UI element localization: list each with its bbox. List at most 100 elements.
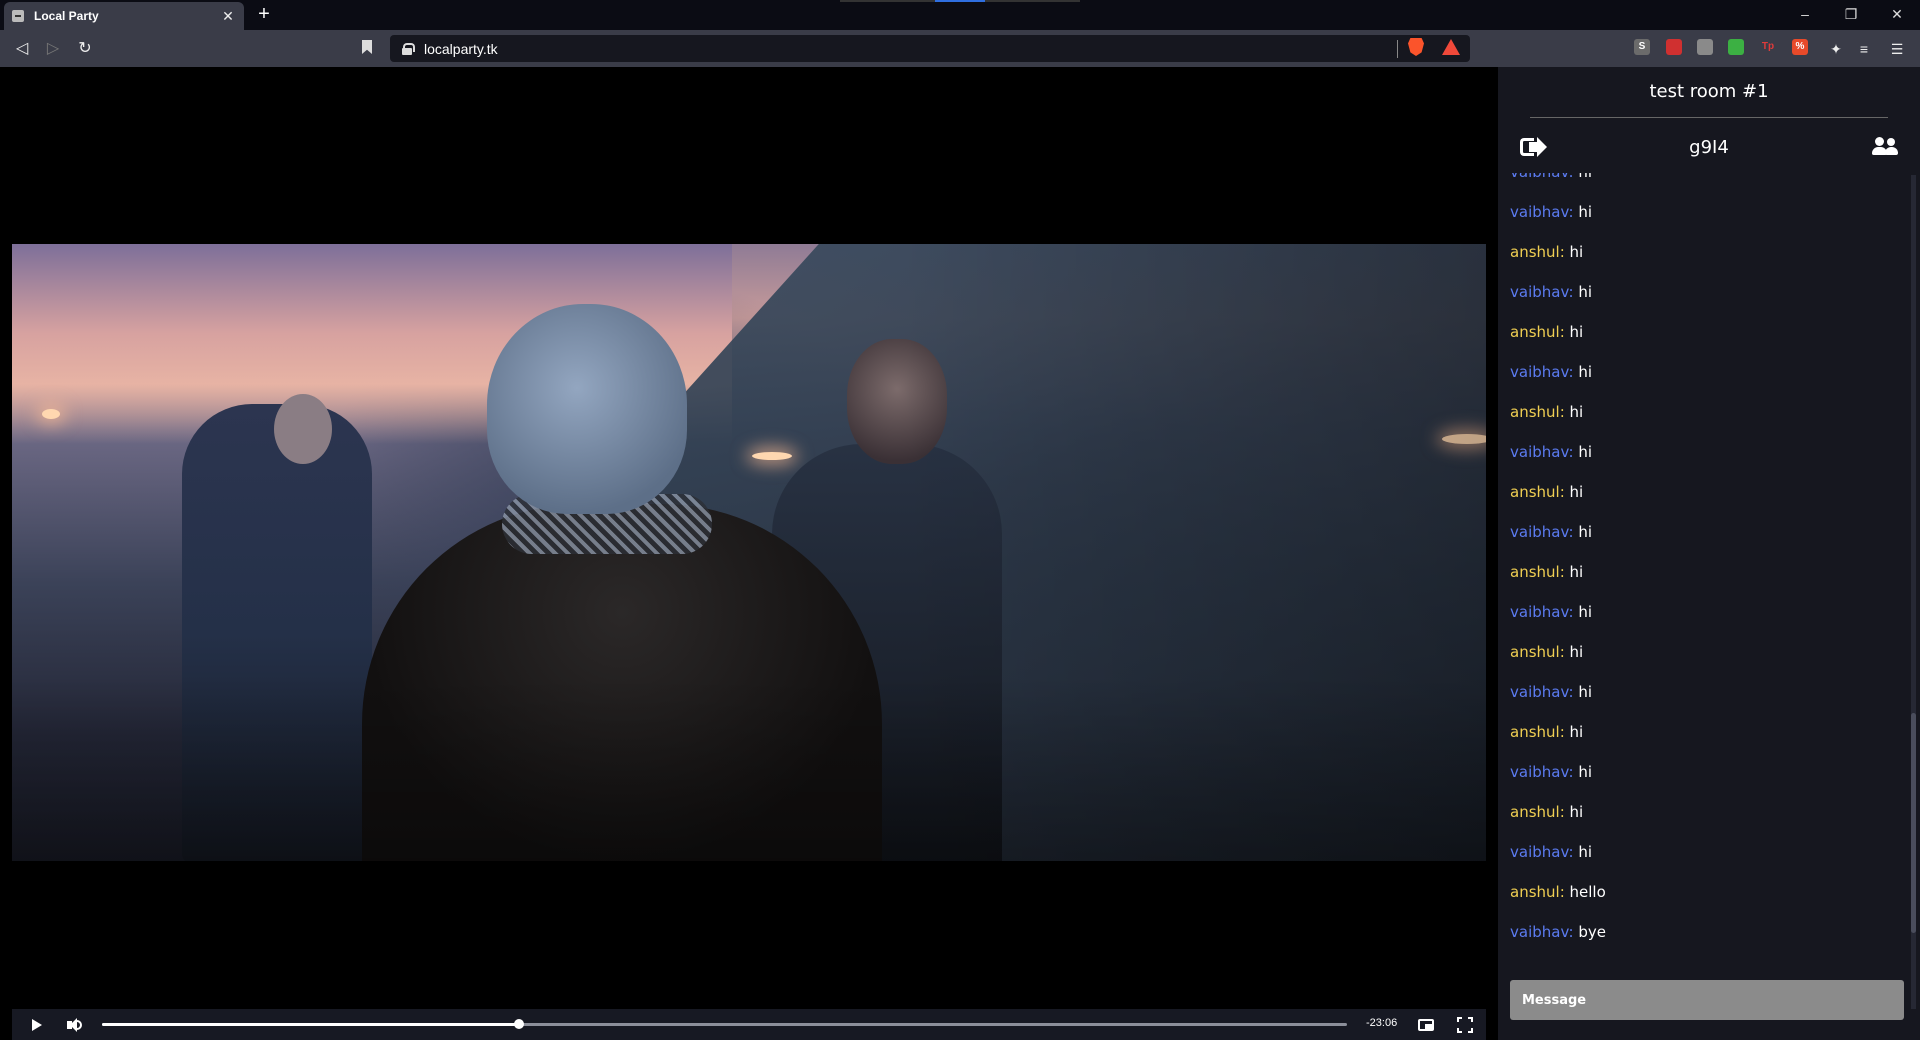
message-text: bye xyxy=(1578,923,1606,941)
message-author: vaibhav: xyxy=(1510,363,1574,381)
chat-message: anshul: hello xyxy=(1510,883,1606,901)
time-remaining: -23:06 xyxy=(1366,1017,1398,1029)
message-text: hi xyxy=(1578,173,1592,181)
restore-button[interactable]: ❐ xyxy=(1828,0,1874,30)
message-author: anshul: xyxy=(1510,483,1565,501)
reload-button[interactable]: ↻ xyxy=(73,37,97,61)
video-frame[interactable] xyxy=(12,244,1486,861)
s-extension-icon[interactable]: S xyxy=(1634,39,1650,55)
message-text: hi xyxy=(1569,563,1584,581)
forward-button[interactable]: ▷ xyxy=(41,37,65,61)
chat-message: vaibhav: bye xyxy=(1510,923,1606,941)
message-text: hi xyxy=(1569,643,1584,661)
message-text: hi xyxy=(1578,603,1593,621)
browser-toolbar: ◁ ▷ ↻ localparty.tk xyxy=(0,30,1920,67)
chat-message: anshul: hi xyxy=(1510,483,1583,501)
seek-handle[interactable] xyxy=(514,1019,525,1029)
message-text: hi xyxy=(1578,443,1593,461)
color-picker-icon[interactable] xyxy=(1728,39,1744,55)
chat-message: anshul: hi xyxy=(1510,723,1583,741)
message-author: anshul: xyxy=(1510,323,1565,341)
message-author: vaibhav: xyxy=(1510,923,1574,941)
url-text: localparty.tk xyxy=(424,40,498,57)
circle-extension-icon[interactable] xyxy=(1697,39,1713,55)
message-author: vaibhav: xyxy=(1510,843,1574,861)
minimize-button[interactable]: – xyxy=(1782,0,1828,30)
chat-message: vaibhav: hi xyxy=(1510,203,1592,221)
tp-extension-icon[interactable]: Tp xyxy=(1760,39,1776,55)
message-author: vaibhav: xyxy=(1510,443,1574,461)
message-author: anshul: xyxy=(1510,643,1565,661)
users-icon[interactable] xyxy=(1872,137,1898,157)
message-author: anshul: xyxy=(1510,563,1565,581)
chat-message: anshul: hi xyxy=(1510,643,1583,661)
chat-message: vaibhav: hi xyxy=(1510,843,1592,861)
chat-message: vaibhav: hi xyxy=(1510,363,1592,381)
page-favicon-icon xyxy=(12,10,24,22)
media-control-icon[interactable]: ≡ xyxy=(1852,37,1876,61)
tab-strip-indicator xyxy=(840,0,1080,2)
chat-scrollbar[interactable] xyxy=(1911,175,1916,1009)
tab-title: Local Party xyxy=(34,9,99,23)
message-author: vaibhav: xyxy=(1510,523,1574,541)
message-author: anshul: xyxy=(1510,723,1565,741)
chat-message: vaibhav: hi xyxy=(1510,523,1592,541)
message-author: vaibhav: xyxy=(1510,203,1574,221)
fullscreen-icon[interactable] xyxy=(1455,1015,1475,1035)
chat-message: anshul: hi xyxy=(1510,323,1583,341)
picture-in-picture-icon[interactable] xyxy=(1416,1015,1436,1035)
back-button[interactable]: ◁ xyxy=(10,37,34,61)
chat-message: anshul: hi xyxy=(1510,563,1583,581)
message-author: vaibhav: xyxy=(1510,603,1574,621)
chat-panel: test room #1 g9I4 vaibhav: hivaibhav: hi… xyxy=(1498,67,1920,1040)
message-text: hi xyxy=(1569,243,1584,261)
room-divider xyxy=(1530,117,1888,118)
window-close-button[interactable]: ✕ xyxy=(1874,0,1920,30)
message-text: hello xyxy=(1569,883,1606,901)
chat-message: vaibhav: hi xyxy=(1510,763,1592,781)
seek-bar[interactable] xyxy=(102,1019,1347,1029)
chat-message: anshul: hi xyxy=(1510,803,1583,821)
message-author: vaibhav: xyxy=(1510,763,1574,781)
browser-menu-icon[interactable]: ☰ xyxy=(1885,37,1909,61)
tab-close-icon[interactable]: ✕ xyxy=(220,8,236,24)
address-bar[interactable]: localparty.tk xyxy=(390,35,1470,62)
chat-message: anshul: hi xyxy=(1510,403,1583,421)
address-bar-divider xyxy=(1397,40,1398,58)
tab-bar: Local Party ✕ + – ❐ ✕ xyxy=(0,0,1920,30)
message-author: vaibhav: xyxy=(1510,683,1574,701)
message-text: hi xyxy=(1578,283,1593,301)
message-author: anshul: xyxy=(1510,803,1565,821)
browser-tab[interactable]: Local Party ✕ xyxy=(4,2,244,30)
message-author: anshul: xyxy=(1510,883,1565,901)
chat-message: vaibhav: hi xyxy=(1510,443,1592,461)
extensions-puzzle-icon[interactable]: ✦ xyxy=(1824,37,1848,61)
chat-message: vaibhav: hi xyxy=(1510,173,1592,181)
message-text: hi xyxy=(1578,843,1593,861)
message-text: hi xyxy=(1578,763,1593,781)
message-text: hi xyxy=(1569,403,1584,421)
room-name: test room #1 xyxy=(1649,81,1769,102)
video-player xyxy=(0,67,1498,1040)
message-input[interactable] xyxy=(1510,980,1904,1020)
message-list[interactable]: vaibhav: hivaibhav: hianshul: hivaibhav:… xyxy=(1498,173,1914,1013)
volume-icon[interactable] xyxy=(64,1015,84,1035)
message-text: hi xyxy=(1569,723,1584,741)
message-author: anshul: xyxy=(1510,403,1565,421)
video-controls: -23:06 xyxy=(12,1009,1486,1040)
new-tab-button[interactable]: + xyxy=(252,3,276,27)
ublock-icon[interactable] xyxy=(1666,39,1682,55)
message-text: hi xyxy=(1569,323,1584,341)
room-code: g9I4 xyxy=(1689,137,1729,158)
chat-message: vaibhav: hi xyxy=(1510,683,1592,701)
message-author: vaibhav: xyxy=(1510,173,1574,181)
brave-rewards-icon[interactable] xyxy=(1442,39,1460,55)
chat-message: anshul: hi xyxy=(1510,243,1583,261)
message-text: hi xyxy=(1578,683,1593,701)
play-icon[interactable] xyxy=(26,1015,46,1035)
chat-message: vaibhav: hi xyxy=(1510,603,1592,621)
message-text: hi xyxy=(1578,363,1593,381)
lock-icon xyxy=(402,42,415,55)
percent-extension-icon[interactable]: % xyxy=(1792,39,1808,55)
message-text: hi xyxy=(1578,523,1593,541)
